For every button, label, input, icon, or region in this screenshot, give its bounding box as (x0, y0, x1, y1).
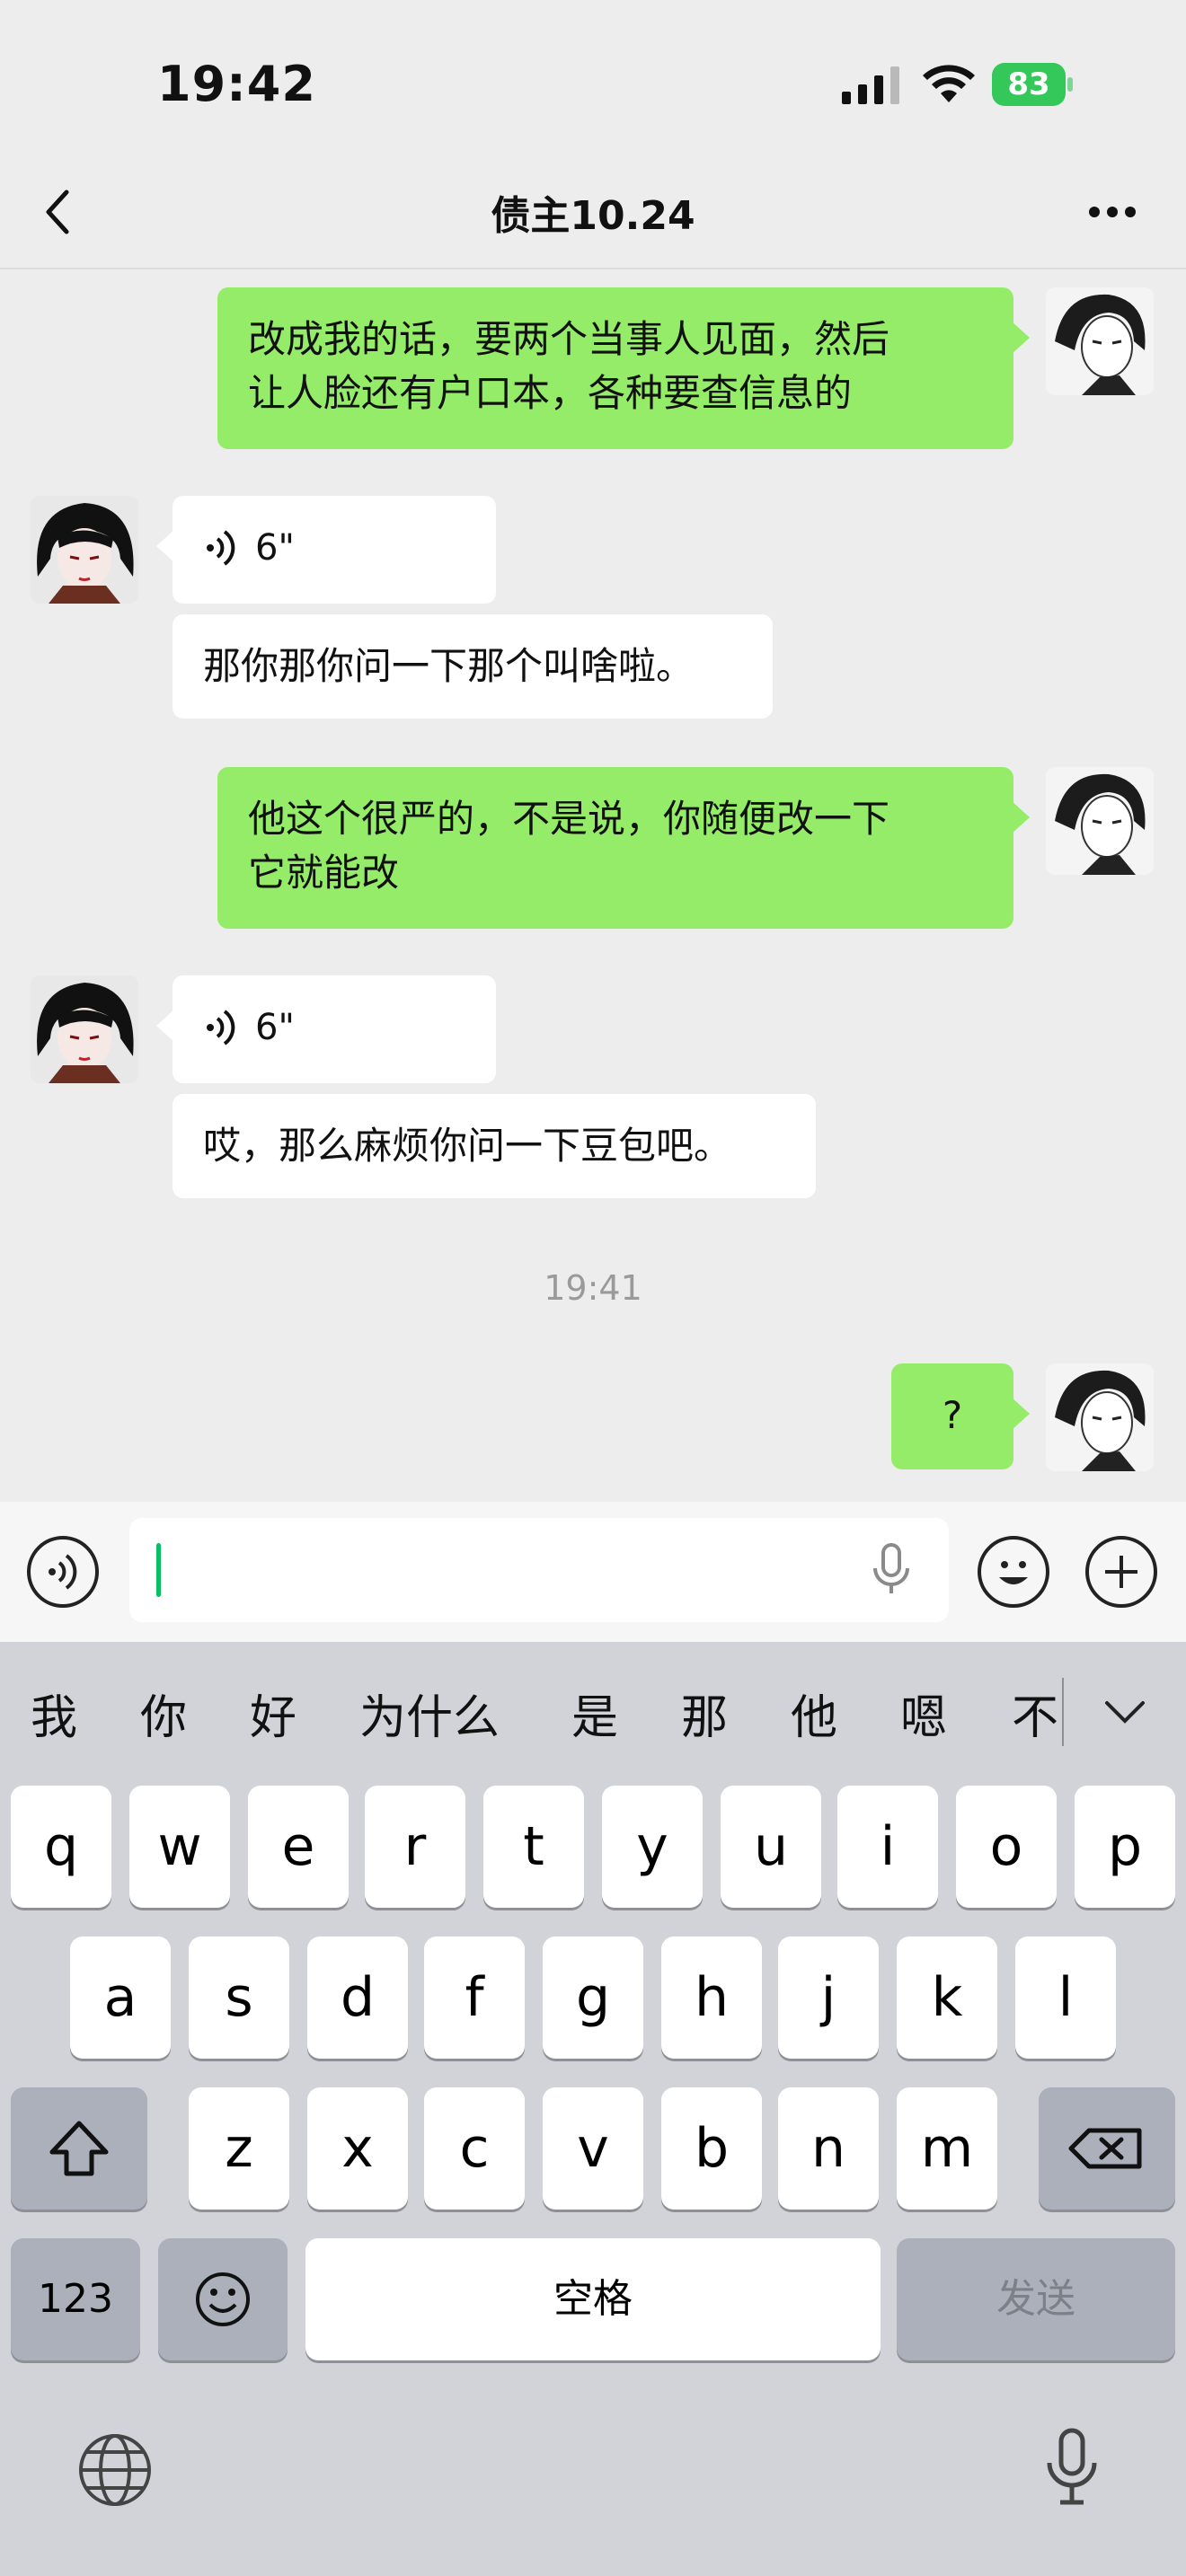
message-text-line: 他这个很严的，不是说，你随便改一下 (248, 797, 890, 841)
key-x[interactable]: x (307, 2087, 408, 2210)
key-p[interactable]: p (1075, 1786, 1175, 1908)
key-j[interactable]: j (778, 1936, 879, 2059)
message-bubble-sent[interactable]: ? (891, 1363, 1030, 1469)
wifi-icon (923, 65, 975, 102)
my-avatar[interactable] (1046, 1363, 1154, 1471)
key-e[interactable]: e (248, 1786, 349, 1908)
message-text: 哎，那么麻烦你问一下豆包吧。 (203, 1124, 732, 1168)
message-bubble-received[interactable]: 哎，那么麻烦你问一下豆包吧。 (173, 1094, 816, 1198)
key-r[interactable]: r (365, 1786, 465, 1908)
key-b[interactable]: b (661, 2087, 762, 2210)
key-z[interactable]: z (189, 2087, 289, 2210)
key-v[interactable]: v (543, 2087, 643, 2210)
message-bubble-received[interactable]: 那你那你问一下那个叫啥啦。 (173, 614, 773, 719)
key-d[interactable]: d (307, 1936, 408, 2059)
message-bubble-sent[interactable]: 改成我的话，要两个当事人见面，然后 让人脸还有户口本，各种要查信息的 (217, 287, 1030, 449)
shift-key[interactable] (11, 2087, 147, 2210)
backspace-icon (1068, 2128, 1142, 2169)
my-avatar[interactable] (1046, 287, 1154, 395)
key-f[interactable]: f (424, 1936, 525, 2059)
voice-wave-icon (49, 1554, 77, 1590)
message-text: 那你那你问一下那个叫啥啦。 (203, 644, 695, 688)
key-c[interactable]: c (424, 2087, 525, 2210)
message-bubble-sent[interactable]: 他这个很严的，不是说，你随便改一下 它就能改 (217, 767, 1030, 929)
globe-icon[interactable] (75, 2430, 155, 2510)
candidate-word[interactable]: 为什么 (359, 1680, 500, 1747)
candidate-word[interactable]: 嗯 (900, 1680, 947, 1747)
key-l[interactable]: l (1015, 1936, 1116, 2059)
microphone-icon[interactable] (866, 1541, 916, 1599)
battery-level: 83 (1007, 66, 1050, 102)
text-cursor (156, 1543, 161, 1597)
voice-message[interactable]: 6" (156, 975, 496, 1083)
battery-icon: 83 (992, 63, 1075, 106)
key-w[interactable]: w (129, 1786, 230, 1908)
message-text: ? (942, 1393, 963, 1437)
chevron-down-icon[interactable] (1102, 1694, 1148, 1730)
candidate-word[interactable]: 不 (1012, 1680, 1058, 1747)
more-icon[interactable] (1087, 205, 1137, 219)
voice-duration: 6" (255, 527, 295, 569)
voice-message[interactable]: 6" (156, 496, 496, 604)
candidate-word[interactable]: 那 (681, 1680, 728, 1747)
message-input[interactable] (129, 1518, 949, 1622)
my-avatar[interactable] (1046, 767, 1154, 875)
send-key[interactable]: 发送 (897, 2238, 1175, 2360)
key-o[interactable]: o (956, 1786, 1057, 1908)
smiley-icon (196, 2272, 250, 2326)
key-n[interactable]: n (778, 2087, 879, 2210)
key-k[interactable]: k (897, 1936, 997, 2059)
key-a[interactable]: a (70, 1936, 171, 2059)
space-key[interactable]: 空格 (305, 2238, 881, 2360)
key-h[interactable]: h (661, 1936, 762, 2059)
voice-duration: 6" (255, 1007, 295, 1048)
key-y[interactable]: y (602, 1786, 703, 1908)
candidate-word[interactable]: 你 (140, 1680, 187, 1747)
message-text-line: 它就能改 (248, 851, 400, 895)
shift-icon (49, 2121, 109, 2176)
divider (1062, 1678, 1064, 1746)
key-s[interactable]: s (189, 1936, 289, 2059)
chat-title: 债主10.24 (491, 193, 695, 239)
candidate-word[interactable]: 是 (571, 1680, 618, 1747)
emoji-button[interactable] (978, 1536, 1049, 1608)
key-m[interactable]: m (897, 2087, 997, 2210)
candidate-word[interactable]: 我 (31, 1680, 77, 1747)
candidate-word[interactable]: 好 (250, 1680, 296, 1747)
numbers-key[interactable]: 123 (11, 2238, 140, 2360)
message-text-line: 改成我的话，要两个当事人见面，然后 (248, 317, 890, 361)
candidate-bar: 我 你 好 为什么 是 那 他 嗯 不 (0, 1653, 1186, 1778)
cellular-signal-icon (842, 66, 899, 104)
dictation-mic-icon[interactable] (1040, 2425, 1103, 2511)
contact-avatar[interactable] (31, 496, 138, 604)
candidate-word[interactable]: 他 (791, 1680, 837, 1747)
key-g[interactable]: g (543, 1936, 643, 2059)
chat-timestamp: 19:41 (544, 1268, 642, 1308)
message-text-line: 让人脸还有户口本，各种要查信息的 (248, 371, 853, 415)
voice-input-button[interactable] (27, 1536, 99, 1608)
smiley-icon (999, 1561, 1028, 1584)
key-i[interactable]: i (837, 1786, 938, 1908)
voice-wave-icon (207, 530, 235, 566)
key-u[interactable]: u (721, 1786, 821, 1908)
status-time: 19:42 (157, 56, 316, 112)
plus-icon (1105, 1556, 1137, 1588)
emoji-key[interactable] (158, 2238, 288, 2360)
key-t[interactable]: t (483, 1786, 584, 1908)
key-q[interactable]: q (11, 1786, 111, 1908)
voice-wave-icon (207, 1010, 235, 1045)
delete-key[interactable] (1039, 2087, 1175, 2210)
more-functions-button[interactable] (1085, 1536, 1157, 1608)
contact-avatar[interactable] (31, 975, 138, 1083)
